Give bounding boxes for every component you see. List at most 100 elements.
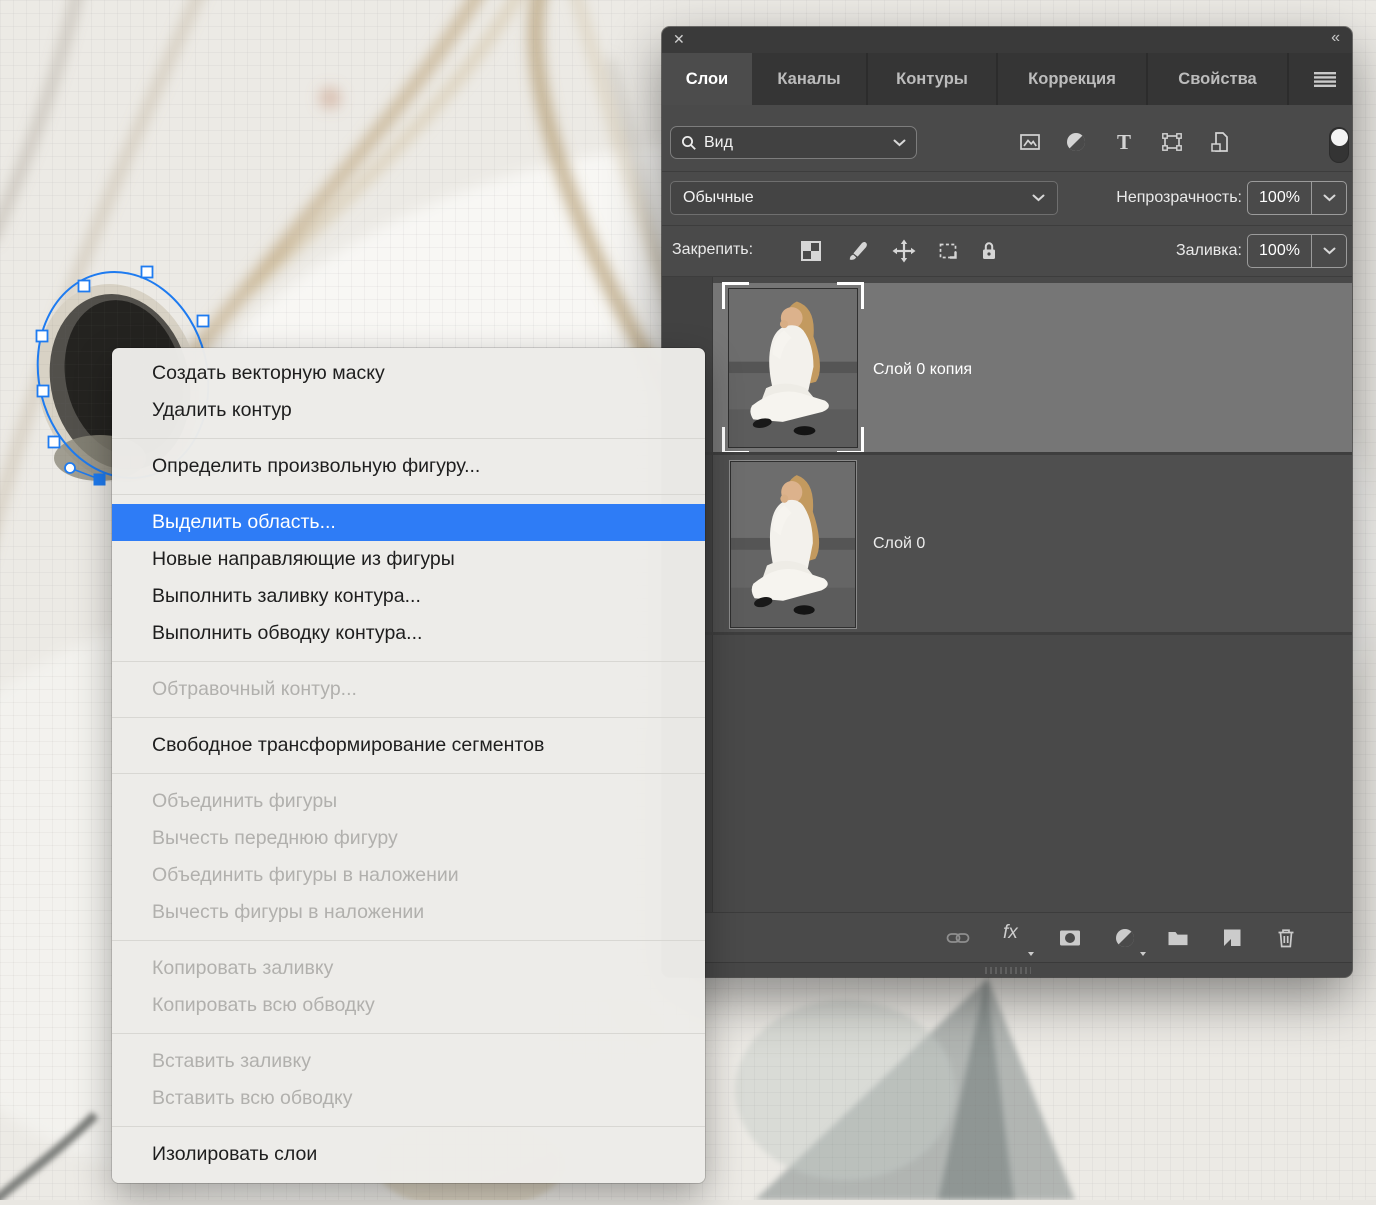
menu-separator <box>112 438 705 439</box>
smart-object-filter-icon[interactable] <box>1208 130 1232 154</box>
lock-all-icon[interactable] <box>977 239 1001 263</box>
panel-resize-strip[interactable] <box>662 962 1352 977</box>
layer-row-copy[interactable]: Слой 0 копия <box>713 282 1352 454</box>
menu-item-highlighted[interactable]: Выделить область... <box>112 504 705 541</box>
layer-style-fx-icon[interactable]: fx <box>1003 922 1027 946</box>
selection-corner <box>722 427 749 454</box>
filter-type-label: Вид <box>704 133 733 151</box>
chevron-down-icon <box>1323 194 1335 202</box>
lock-transparency-icon[interactable] <box>799 239 823 263</box>
adjustment-flyout-arrow <box>1140 952 1146 956</box>
resize-grip[interactable] <box>985 967 1031 974</box>
type-layer-filter-icon[interactable]: T <box>1112 130 1136 154</box>
path-context-menu: Создать векторную маску Удалить контур О… <box>112 348 705 1183</box>
lock-position-icon[interactable] <box>892 239 916 263</box>
filtering-toggle[interactable] <box>1329 127 1349 163</box>
add-layer-mask-icon[interactable] <box>1058 926 1082 950</box>
selection-corner <box>722 282 749 309</box>
selection-corner <box>837 427 864 454</box>
layer-filter-select[interactable]: Вид <box>670 126 917 159</box>
lock-artboard-icon[interactable] <box>936 239 960 263</box>
menu-separator <box>112 661 705 662</box>
collapse-panel-icon[interactable]: « <box>1331 29 1340 47</box>
direction-point <box>64 462 76 474</box>
fx-flyout-arrow <box>1028 952 1034 956</box>
lock-row: Закрепить: Заливка: 100% <box>662 226 1352 277</box>
menu-separator <box>112 1126 705 1127</box>
filter-row: Вид T <box>662 105 1352 172</box>
menu-item[interactable]: Выполнить заливку контура... <box>112 578 705 615</box>
close-icon[interactable]: ✕ <box>673 31 685 48</box>
menu-item[interactable]: Удалить контур <box>112 392 705 429</box>
panel-tabs: Слои Каналы Контуры Коррекция Свойства <box>662 53 1352 105</box>
chevron-down-icon <box>1032 194 1045 202</box>
svg-text:T: T <box>1117 130 1131 154</box>
tab-channels[interactable]: Каналы <box>752 53 868 105</box>
menu-item-disabled: Вставить заливку <box>152 1050 311 1072</box>
lock-label: Закрепить: <box>672 241 754 258</box>
fill-input[interactable]: 100% <box>1247 234 1347 268</box>
search-icon <box>682 135 696 150</box>
blend-row: Обычные Непрозрачность: 100% <box>662 172 1352 226</box>
opacity-label: Непрозрачность: <box>1116 189 1242 206</box>
chevron-down-icon <box>893 139 906 146</box>
menu-item[interactable]: Выполнить обводку контура... <box>112 615 705 652</box>
pixel-layer-filter-icon[interactable] <box>1018 130 1042 154</box>
menu-item-disabled: Вычесть переднюю фигуру <box>152 827 398 849</box>
chevron-down-icon <box>1323 247 1335 255</box>
menu-item-disabled: Вставить всю обводку <box>152 1087 353 1109</box>
adjustment-layer-filter-icon[interactable] <box>1064 130 1088 154</box>
blend-mode-value: Обычные <box>683 189 754 206</box>
shape-layer-filter-icon[interactable] <box>1160 130 1184 154</box>
tab-properties[interactable]: Свойства <box>1148 53 1289 105</box>
menu-separator <box>112 773 705 774</box>
menu-separator <box>112 1033 705 1034</box>
toggle-knob <box>1330 128 1348 146</box>
fill-label: Заливка: <box>1175 242 1242 259</box>
adjustment-layer-icon[interactable] <box>1113 926 1137 950</box>
layer-name[interactable]: Слой 0 <box>873 535 925 553</box>
new-layer-icon[interactable] <box>1220 926 1244 950</box>
menu-item-disabled: Обтравочный контур... <box>152 678 357 700</box>
menu-separator <box>112 717 705 718</box>
selection-corner <box>837 282 864 309</box>
menu-item[interactable]: Создать векторную маску <box>112 355 705 392</box>
opacity-value[interactable]: 100% <box>1248 189 1311 207</box>
layer-row-base[interactable]: Слой 0 <box>713 455 1352 632</box>
row-divider <box>662 632 1352 635</box>
layers-panel: ✕ « Слои Каналы Контуры Коррекция Свойст… <box>662 27 1352 977</box>
layers-list: Слой 0 копия Слой 0 <box>662 277 1352 912</box>
selected-anchor-point <box>93 473 106 486</box>
menu-separator <box>112 940 705 941</box>
tab-adjustments[interactable]: Коррекция <box>998 53 1148 105</box>
menu-item-disabled: Копировать всю обводку <box>152 994 375 1016</box>
panel-titlebar[interactable]: ✕ « <box>662 27 1352 53</box>
menu-item-disabled: Вычесть фигуры в наложении <box>152 901 425 923</box>
menu-item-disabled: Объединить фигуры <box>152 790 338 812</box>
menu-item-disabled: Копировать заливку <box>152 957 334 979</box>
lock-pixels-brush-icon[interactable] <box>846 239 870 263</box>
layers-panel-toolbar: fx <box>662 912 1352 962</box>
link-layers-icon[interactable] <box>946 926 970 950</box>
new-group-folder-icon[interactable] <box>1166 926 1190 950</box>
fill-value[interactable]: 100% <box>1248 242 1311 260</box>
opacity-input[interactable]: 100% <box>1247 181 1347 215</box>
panel-menu-icon[interactable] <box>1314 71 1336 87</box>
tab-paths[interactable]: Контуры <box>868 53 998 105</box>
menu-separator <box>112 494 705 495</box>
photoshop-workspace: { "colors": { "accent_blue": "#2e7cf6", … <box>0 0 1376 1205</box>
menu-item[interactable]: Новые направляющие из фигуры <box>112 541 705 578</box>
delete-layer-trash-icon[interactable] <box>1274 926 1298 950</box>
menu-item[interactable]: Изолировать слои <box>112 1136 705 1173</box>
opacity-dropdown[interactable] <box>1311 182 1346 214</box>
tab-layers[interactable]: Слои <box>662 53 752 105</box>
menu-item[interactable]: Свободное трансформирование сегментов <box>112 727 705 764</box>
menu-item[interactable]: Определить произвольную фигуру... <box>112 448 705 485</box>
menu-item-disabled: Объединить фигуры в наложении <box>152 864 459 886</box>
blend-mode-select[interactable]: Обычные <box>670 181 1058 215</box>
layer-thumbnail[interactable] <box>729 460 857 629</box>
layer-thumbnail[interactable] <box>722 282 864 454</box>
fill-dropdown[interactable] <box>1311 235 1346 267</box>
layer-name[interactable]: Слой 0 копия <box>873 361 972 379</box>
tab-filler <box>1289 53 1352 105</box>
